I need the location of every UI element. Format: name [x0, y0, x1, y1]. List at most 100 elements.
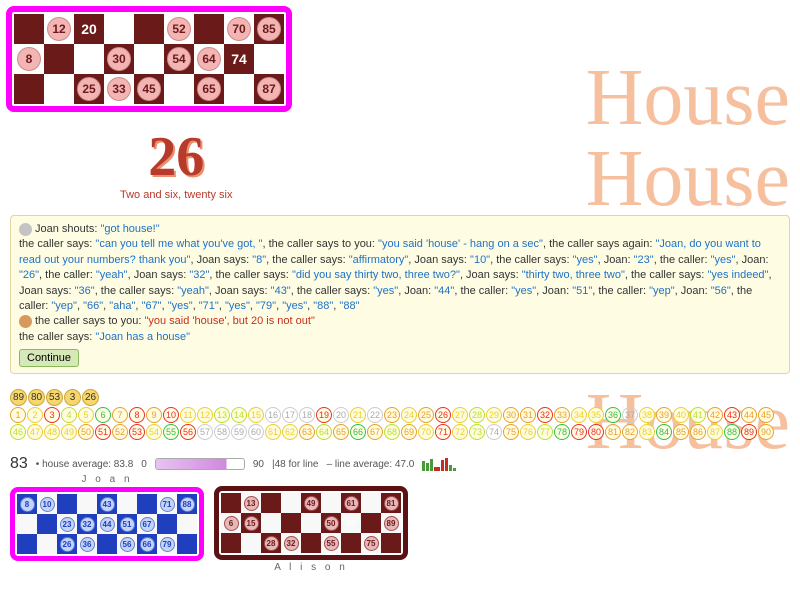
- board-num-65: 65: [333, 424, 349, 440]
- player-card-main[interactable]: 1220 52 7085 8 30 546474 253345 65 87: [6, 6, 292, 112]
- board-num-67: 67: [367, 424, 383, 440]
- recent-called: 898053326: [10, 389, 100, 406]
- board-num-23: 23: [384, 407, 400, 423]
- board-num-24: 24: [401, 407, 417, 423]
- board-num-51: 51: [95, 424, 111, 440]
- board-num-21: 21: [350, 407, 366, 423]
- card-cell[interactable]: [134, 14, 164, 44]
- face-icon: [19, 223, 32, 236]
- board-num-77: 77: [537, 424, 553, 440]
- board-num-36: 36: [605, 407, 621, 423]
- board-num-16: 16: [265, 407, 281, 423]
- card-cell[interactable]: [224, 74, 254, 104]
- board-num-19: 19: [316, 407, 332, 423]
- card-cell[interactable]: [74, 44, 104, 74]
- board-num-39: 39: [656, 407, 672, 423]
- sad-face-icon: [19, 315, 32, 328]
- board-num-25: 25: [418, 407, 434, 423]
- board-num-26: 26: [435, 407, 451, 423]
- board-num-64: 64: [316, 424, 332, 440]
- card-cell[interactable]: 70: [224, 14, 254, 44]
- card-cell[interactable]: [254, 44, 284, 74]
- card-cell[interactable]: 8: [14, 44, 44, 74]
- board-num-56: 56: [180, 424, 196, 440]
- board-num-66: 66: [350, 424, 366, 440]
- card-cell[interactable]: [134, 44, 164, 74]
- game-log: Joan shouts: "got house!" the caller say…: [10, 215, 790, 374]
- player-name-joan: J o a n: [10, 474, 204, 485]
- board-num-32: 32: [537, 407, 553, 423]
- board-num-90: 90: [758, 424, 774, 440]
- board-num-8: 8: [129, 407, 145, 423]
- board-num-12: 12: [197, 407, 213, 423]
- card-cell[interactable]: [164, 74, 194, 104]
- player-name-alison: A l i s o n: [214, 562, 408, 573]
- board-num-5: 5: [78, 407, 94, 423]
- card-cell[interactable]: 64: [194, 44, 224, 74]
- card-cell[interactable]: 65: [194, 74, 224, 104]
- card-cell[interactable]: 33: [104, 74, 134, 104]
- card-cell[interactable]: 52: [164, 14, 194, 44]
- board-num-71: 71: [435, 424, 451, 440]
- card-cell[interactable]: 45: [134, 74, 164, 104]
- board-num-34: 34: [571, 407, 587, 423]
- board-num-43: 43: [724, 407, 740, 423]
- joan-card[interactable]: 81043718823324451672636566679: [17, 494, 197, 554]
- alison-card[interactable]: 1349618161550598928325575: [221, 493, 401, 553]
- board-num-61: 61: [265, 424, 281, 440]
- board-num-75: 75: [503, 424, 519, 440]
- board-num-18: 18: [299, 407, 315, 423]
- board-num-87: 87: [707, 424, 723, 440]
- board-num-57: 57: [197, 424, 213, 440]
- board-num-85: 85: [673, 424, 689, 440]
- board-num-31: 31: [520, 407, 536, 423]
- board-num-63: 63: [299, 424, 315, 440]
- card-cell[interactable]: [14, 14, 44, 44]
- card-cell[interactable]: 25: [74, 74, 104, 104]
- board-num-86: 86: [690, 424, 706, 440]
- current-number: 26: [120, 125, 233, 189]
- board-num-45: 45: [758, 407, 774, 423]
- board-num-3: 3: [44, 407, 60, 423]
- board-num-15: 15: [248, 407, 264, 423]
- card-cell[interactable]: 12: [44, 14, 74, 44]
- board-num-82: 82: [622, 424, 638, 440]
- board-num-74: 74: [486, 424, 502, 440]
- board-num-41: 41: [690, 407, 706, 423]
- board-num-2: 2: [27, 407, 43, 423]
- board-num-80: 80: [588, 424, 604, 440]
- board-num-33: 33: [554, 407, 570, 423]
- board-num-68: 68: [384, 424, 400, 440]
- board-num-35: 35: [588, 407, 604, 423]
- progress-bar: [155, 458, 245, 470]
- board-num-73: 73: [469, 424, 485, 440]
- card-cell[interactable]: 85: [254, 14, 284, 44]
- board-num-42: 42: [707, 407, 723, 423]
- card-cell[interactable]: 20: [74, 14, 104, 44]
- continue-button[interactable]: Continue: [19, 349, 79, 367]
- card-cell[interactable]: 54: [164, 44, 194, 74]
- board-num-30: 30: [503, 407, 519, 423]
- board-num-88: 88: [724, 424, 740, 440]
- board-num-27: 27: [452, 407, 468, 423]
- card-cell[interactable]: 30: [104, 44, 134, 74]
- current-call: 26 Two and six, twenty six: [120, 125, 233, 201]
- card-cell[interactable]: [44, 74, 74, 104]
- board-num-44: 44: [741, 407, 757, 423]
- board-num-22: 22: [367, 407, 383, 423]
- card-cell[interactable]: [44, 44, 74, 74]
- board-num-4: 4: [61, 407, 77, 423]
- board-num-37: 37: [622, 407, 638, 423]
- number-board: 1234567891011121314151617181920212223242…: [10, 407, 790, 441]
- board-num-69: 69: [401, 424, 417, 440]
- board-num-40: 40: [673, 407, 689, 423]
- card-cell[interactable]: [194, 14, 224, 44]
- board-num-70: 70: [418, 424, 434, 440]
- card-cell[interactable]: 87: [254, 74, 284, 104]
- board-num-10: 10: [163, 407, 179, 423]
- card-cell[interactable]: [104, 14, 134, 44]
- board-num-29: 29: [486, 407, 502, 423]
- board-num-79: 79: [571, 424, 587, 440]
- card-cell[interactable]: 74: [224, 44, 254, 74]
- card-cell[interactable]: [14, 74, 44, 104]
